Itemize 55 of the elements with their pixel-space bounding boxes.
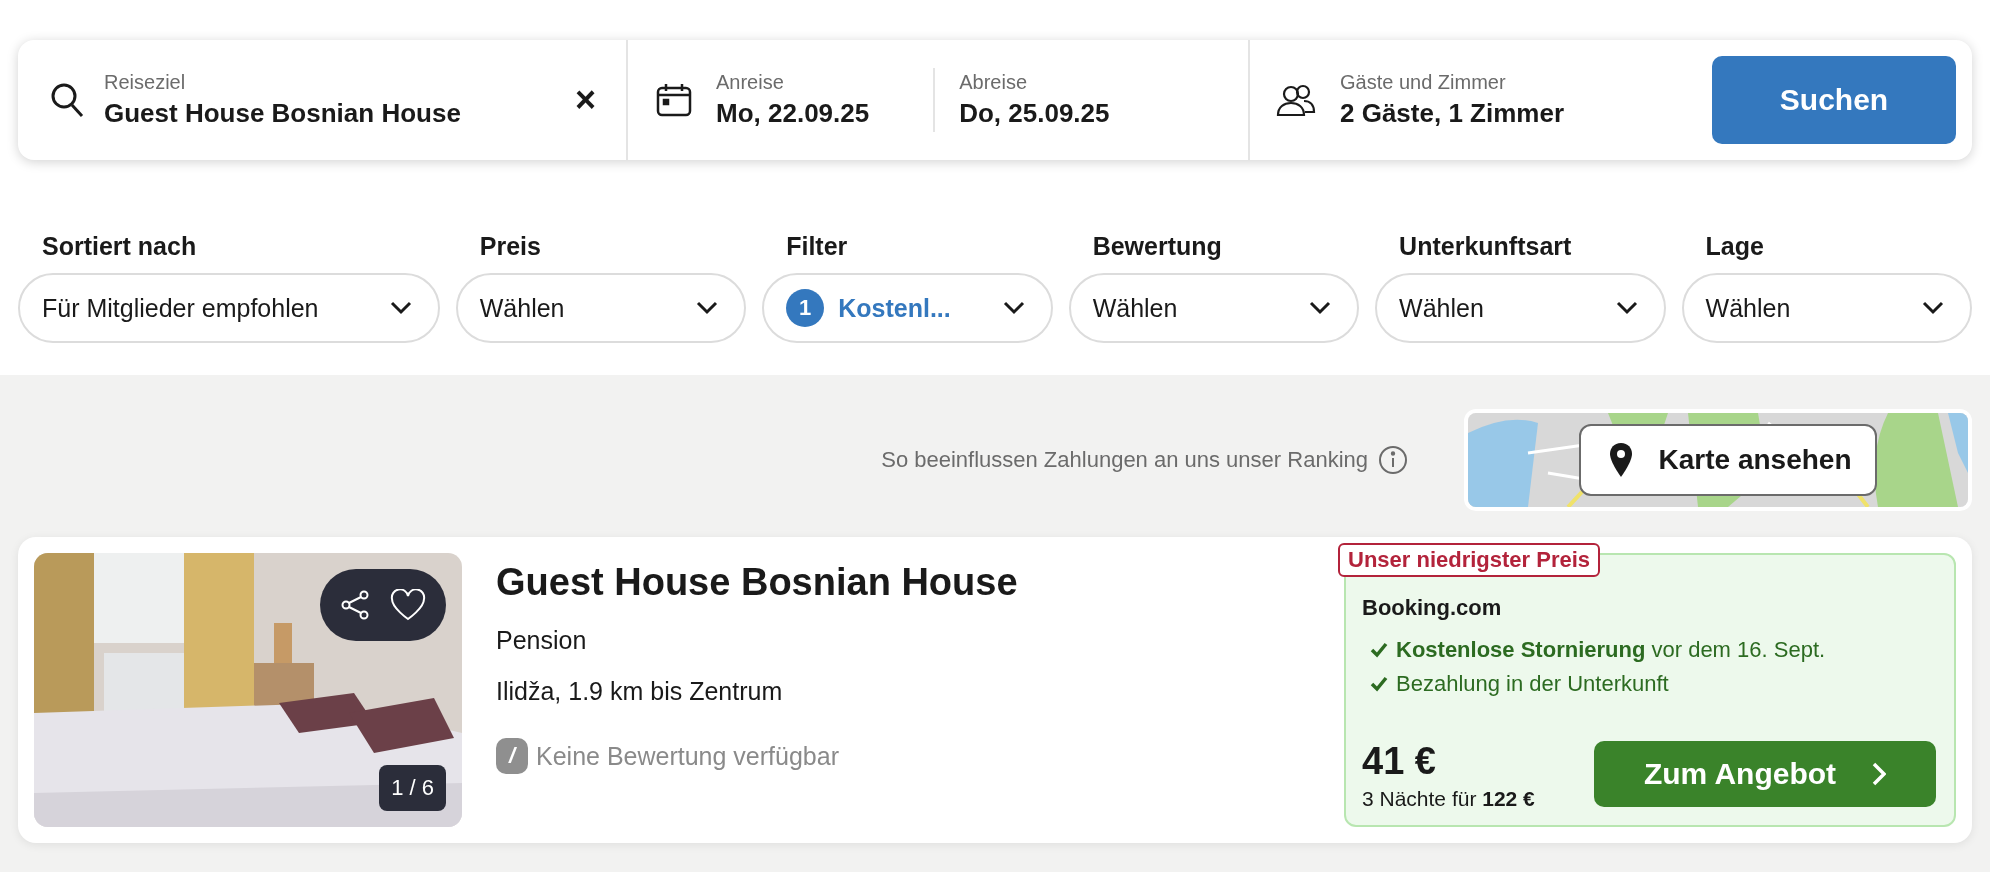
filter-dropdown[interactable]: Wählen — [1068, 273, 1360, 343]
filter-label: Sortiert nach — [41, 232, 198, 261]
chevron-down-icon — [1309, 301, 1332, 315]
view-map-button[interactable]: Karte ansehen — [1578, 424, 1878, 496]
chevron-down-icon — [1002, 301, 1025, 315]
filter-dropdown[interactable]: Für Mitglieder empfohlen — [18, 273, 440, 343]
filter-label: Bewertung — [1091, 232, 1223, 261]
offer-button[interactable]: Zum Angebot — [1594, 741, 1936, 807]
filter-label: Preis — [478, 232, 542, 261]
rating-badge: / — [496, 738, 528, 774]
feature-text: Bezahlung in der Unterkunft — [1396, 671, 1669, 697]
price: 41 € — [1362, 740, 1437, 783]
heart-icon[interactable] — [390, 589, 426, 621]
map-pin-icon — [1608, 442, 1633, 478]
field-label: Gäste und Zimmer — [1340, 71, 1507, 94]
checkin-field[interactable]: Mo, 22.09.25 — [716, 98, 870, 129]
people-icon — [1276, 83, 1316, 117]
location-text: Ilidža, 1.9 km bis Zentrum — [496, 677, 784, 706]
check-icon — [1370, 642, 1388, 658]
filter-dropdown[interactable]: Wählen — [1681, 273, 1972, 343]
total-price: 3 Nächte für 122 € — [1362, 787, 1535, 811]
lowest-price-tag: Unser niedrigster Preis — [1338, 543, 1601, 577]
checkout-field[interactable]: Do, 25.09.25 — [959, 98, 1110, 129]
feature-text: Kostenlose Stornierung vor dem 16. Sept. — [1396, 637, 1826, 663]
filter-dropdown[interactable]: Wählen — [455, 273, 747, 343]
rating-text: Keine Bewertung verfügbar — [536, 741, 839, 771]
filter-label: Filter — [785, 232, 849, 261]
calendar-icon — [656, 83, 692, 117]
chevron-down-icon — [696, 301, 719, 315]
guests-field[interactable]: 2 Gäste, 1 Zimmer — [1340, 98, 1686, 129]
provider-name: Booking.com — [1362, 595, 1503, 621]
filter-dropdown[interactable]: Wählen — [1375, 273, 1666, 343]
map-preview[interactable]: Karte ansehen — [1464, 409, 1972, 511]
chevron-down-icon — [389, 301, 412, 315]
field-label: Anreise — [716, 71, 785, 94]
filter-label: Lage — [1704, 232, 1765, 261]
check-icon — [1370, 676, 1388, 692]
filter-label: Unterkunftsart — [1398, 232, 1573, 261]
field-label: Abreise — [959, 71, 1028, 94]
field-label: Reiseziel — [104, 71, 187, 94]
search-button[interactable]: Suchen — [1712, 56, 1956, 144]
hotel-name[interactable]: Guest House Bosnian House — [496, 561, 1310, 604]
photo-counter: 1 / 6 — [379, 765, 446, 811]
filter-dropdown[interactable]: 1 Kostenl... — [762, 273, 1053, 343]
share-icon[interactable] — [340, 590, 370, 620]
property-type: Pension — [496, 626, 588, 655]
chevron-down-icon — [1615, 301, 1638, 315]
count-badge: 1 — [786, 289, 825, 327]
chevron-down-icon — [1922, 301, 1944, 315]
search-icon — [50, 82, 84, 118]
info-icon — [1378, 445, 1408, 475]
ranking-note[interactable]: So beeinflussen Zahlungen an uns unser Ranking — [881, 445, 1408, 475]
clear-button[interactable]: × — [568, 79, 602, 121]
chevron-right-icon — [1872, 762, 1887, 786]
destination-field[interactable]: Guest House Bosnian House — [104, 98, 549, 129]
